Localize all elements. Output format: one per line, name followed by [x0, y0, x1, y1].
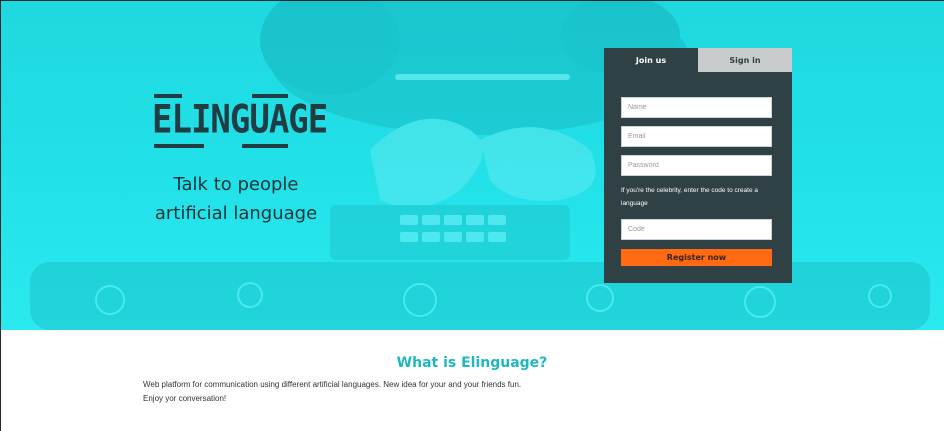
window-border-top [0, 0, 944, 1]
window-border-left [0, 0, 1, 431]
hero-background-image [30, 0, 930, 330]
about-title: What is Elinguage? [396, 355, 548, 371]
hero-tagline: Talk to people artificial language [146, 170, 326, 228]
hero-section: ELINGUAGE Talk to people artificial lang… [0, 0, 944, 330]
tab-sign-in[interactable]: Sign in [698, 48, 792, 72]
password-input[interactable] [621, 155, 772, 176]
tagline-line-2: artificial language [154, 203, 318, 224]
auth-tabs: Join us Sign in [604, 48, 792, 72]
email-input[interactable] [621, 126, 772, 147]
logo-bar [242, 144, 288, 148]
auth-panel: Join us Sign in If you're the celebrity,… [604, 48, 792, 283]
celebrity-code-hint: If you're the celebrity, enter the code … [621, 187, 758, 207]
name-input[interactable] [621, 97, 772, 118]
register-button[interactable]: Register now [621, 249, 772, 266]
logo-bar [154, 144, 204, 148]
brand-logo[interactable]: ELINGUAGE [152, 94, 328, 150]
tab-join-us[interactable]: Join us [604, 48, 698, 72]
logo-text: ELINGUAGE [152, 97, 328, 143]
tagline-line-1: Talk to people [173, 174, 299, 195]
code-input[interactable] [621, 219, 772, 240]
about-description: Web platform for communication using dif… [143, 380, 522, 403]
